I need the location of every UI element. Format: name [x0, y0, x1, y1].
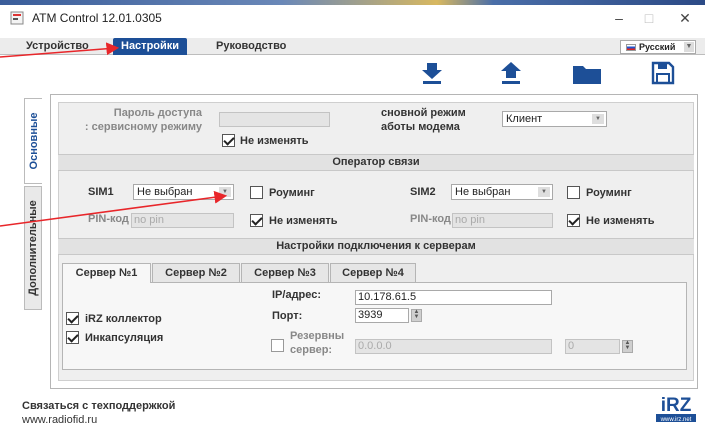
language-select[interactable]: Русский ▼	[620, 40, 696, 54]
minimize-button[interactable]: –	[604, 8, 634, 28]
tab-additional[interactable]: Дополнительные	[24, 186, 42, 310]
operator-header: Оператор связи	[58, 154, 694, 171]
backup-port-input[interactable]: 0	[565, 339, 620, 354]
backup-port-stepper[interactable]: ▲ ▼	[622, 340, 633, 353]
site-link[interactable]: www.radiofid.ru	[22, 414, 97, 426]
sim2-no-change-label: Не изменять	[586, 215, 655, 227]
backup-server-label: Резервны	[290, 330, 345, 342]
mode-label: сновной режим	[381, 107, 466, 119]
ip-label: IP/адрес:	[272, 289, 322, 301]
close-button[interactable]: ✕	[670, 8, 700, 28]
chevron-down-icon: ▼	[592, 114, 604, 124]
irz-logo-site: www.irz.net	[660, 417, 692, 423]
password-label: Пароль доступа	[113, 107, 202, 119]
port-stepper[interactable]: ▲ ▼	[411, 309, 422, 322]
sim1-no-change-label: Не изменять	[269, 215, 338, 227]
password-no-change-checkbox[interactable]	[222, 134, 235, 147]
ip-input[interactable]: 10.178.61.5	[355, 290, 552, 305]
sim2-select[interactable]: Не выбран ▼	[451, 184, 553, 200]
password-no-change-label: Не изменять	[240, 135, 309, 147]
sim1-pin-label: PIN-код	[88, 213, 129, 225]
port-input[interactable]: 3939	[355, 308, 409, 323]
menu-manual[interactable]: Руководство	[208, 38, 294, 55]
tab-server-4[interactable]: Сервер №4	[330, 263, 416, 282]
tab-main-label: Основные	[27, 112, 40, 170]
irz-logo: iRZ www.irz.net	[654, 393, 698, 423]
menu-settings[interactable]: Настройки	[113, 38, 188, 55]
desktop-edge	[0, 0, 705, 5]
save-icon[interactable]	[650, 60, 676, 86]
app-icon	[10, 11, 24, 25]
sim1-no-change-checkbox[interactable]	[250, 214, 263, 227]
menu-device[interactable]: Устройство	[18, 38, 97, 55]
sim2-roaming-label: Роуминг	[586, 187, 632, 199]
chevron-down-icon: ▼	[538, 187, 550, 197]
tab-additional-label: Дополнительные	[27, 200, 39, 296]
port-label: Порт:	[272, 310, 303, 322]
sim1-select-value: Не выбран	[137, 186, 193, 198]
sim1-roaming-label: Роуминг	[269, 187, 315, 199]
irz-collector-checkbox[interactable]	[66, 312, 79, 325]
chevron-down-icon: ▼	[684, 42, 694, 52]
tab-server-2[interactable]: Сервер №2	[152, 263, 240, 282]
russia-flag-icon	[626, 44, 636, 51]
irz-logo-text: iRZ	[661, 395, 692, 416]
folder-icon[interactable]	[571, 60, 603, 86]
backup-server-checkbox[interactable]	[271, 339, 284, 352]
tab-server-1[interactable]: Сервер №1	[62, 263, 151, 283]
maximize-button[interactable]: □	[634, 8, 664, 28]
sim1-select[interactable]: Не выбран ▼	[133, 184, 234, 200]
backup-ip-input[interactable]: 0.0.0.0	[355, 339, 552, 354]
password-label-sub: : сервисному режиму	[84, 121, 202, 133]
irz-collector-label: iRZ коллектор	[85, 313, 162, 325]
mode-select[interactable]: Клиент ▼	[502, 111, 607, 127]
password-input[interactable]	[219, 112, 330, 127]
sim2-no-change-checkbox[interactable]	[567, 214, 580, 227]
sim2-roaming-checkbox[interactable]	[567, 186, 580, 199]
upload-icon[interactable]	[498, 60, 524, 86]
sim1-roaming-checkbox[interactable]	[250, 186, 263, 199]
sim2-pin-label: PIN-код	[410, 213, 451, 225]
tab-main[interactable]: Основные	[24, 98, 42, 184]
menu-bar	[0, 38, 705, 55]
chevron-down-icon: ▼	[219, 187, 231, 197]
support-link[interactable]: Связаться с техподдержкой	[22, 400, 175, 412]
backup-server-label-sub: сервер:	[290, 344, 333, 356]
tab-server-3[interactable]: Сервер №3	[241, 263, 329, 282]
language-value: Русский	[639, 42, 676, 52]
mode-label-sub: аботы модема	[381, 121, 460, 133]
sim2-select-value: Не выбран	[455, 186, 511, 198]
sim1-label: SIM1	[88, 186, 114, 198]
servers-header: Настройки подключения к серверам	[58, 238, 694, 255]
window-title: ATM Control 12.01.0305	[32, 11, 162, 25]
sim2-pin-input[interactable]: no pin	[452, 213, 553, 228]
mode-select-value: Клиент	[506, 113, 543, 125]
encapsulation-label: Инкапсуляция	[85, 332, 164, 344]
sim1-pin-input[interactable]: no pin	[131, 213, 234, 228]
sim2-label: SIM2	[410, 186, 436, 198]
download-icon[interactable]	[419, 60, 445, 86]
encapsulation-checkbox[interactable]	[66, 331, 79, 344]
